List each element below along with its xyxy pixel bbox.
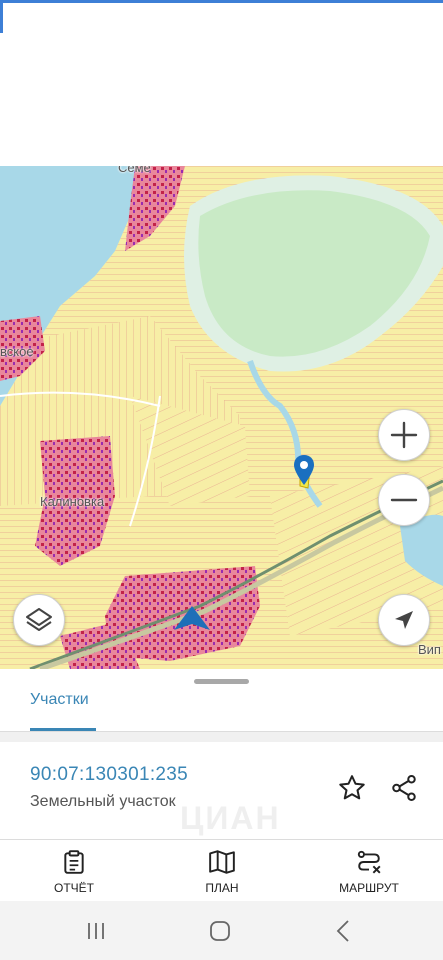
plan-button[interactable]: ПЛАН <box>167 849 277 895</box>
report-icon <box>64 850 84 874</box>
share-button[interactable] <box>386 770 422 806</box>
layers-icon <box>26 608 52 631</box>
back-button[interactable] <box>324 917 364 945</box>
plan-icon <box>209 850 235 874</box>
map-canvas <box>0 166 443 669</box>
home-icon <box>210 921 230 941</box>
top-blank-area <box>0 0 443 166</box>
parcel-card[interactable]: ЦИАН 90:07:130301:235 Земельный участок <box>0 742 443 840</box>
minus-icon <box>390 498 418 502</box>
recent-apps-button[interactable] <box>76 917 116 945</box>
current-position-icon <box>172 604 212 632</box>
plus-icon <box>390 421 418 449</box>
home-button[interactable] <box>200 917 240 945</box>
place-label: вское <box>0 344 34 359</box>
back-icon <box>336 920 349 942</box>
tab-active-indicator <box>30 728 96 731</box>
place-label: Калиновка <box>40 494 105 509</box>
route-button[interactable]: МАРШРУТ <box>314 849 424 895</box>
favorite-button[interactable] <box>334 770 370 806</box>
report-label: ОТЧЁТ <box>53 881 94 895</box>
star-icon <box>339 775 365 800</box>
route-label: МАРШРУТ <box>339 881 399 895</box>
recent-apps-icon <box>88 923 104 939</box>
place-label: Вип <box>418 642 441 657</box>
cadastral-map[interactable]: Семе вское Калиновка Вип <box>0 166 443 669</box>
plan-label: ПЛАН <box>205 881 239 895</box>
status-strip <box>0 3 3 33</box>
layers-button[interactable] <box>13 594 65 646</box>
parcel-type: Земельный участок <box>30 793 176 810</box>
share-icon <box>392 775 416 801</box>
cadastral-number[interactable]: 90:07:130301:235 <box>30 764 188 786</box>
system-navigation-bar <box>0 901 443 960</box>
action-bar: ОТЧЁТ ПЛАН МАРШРУТ <box>0 841 443 901</box>
route-icon <box>357 850 381 874</box>
place-label: Семе <box>118 166 151 175</box>
map-pin-icon[interactable] <box>293 454 315 486</box>
bottom-sheet-handle[interactable] <box>194 679 249 684</box>
zoom-in-button[interactable] <box>378 409 430 461</box>
location-arrow-icon <box>395 611 413 629</box>
tab-parcels[interactable]: Участки <box>30 691 89 709</box>
watermark: ЦИАН <box>180 800 281 836</box>
my-location-button[interactable] <box>378 594 430 646</box>
divider <box>0 732 443 742</box>
zoom-out-button[interactable] <box>378 474 430 526</box>
report-button[interactable]: ОТЧЁТ <box>19 849 129 895</box>
